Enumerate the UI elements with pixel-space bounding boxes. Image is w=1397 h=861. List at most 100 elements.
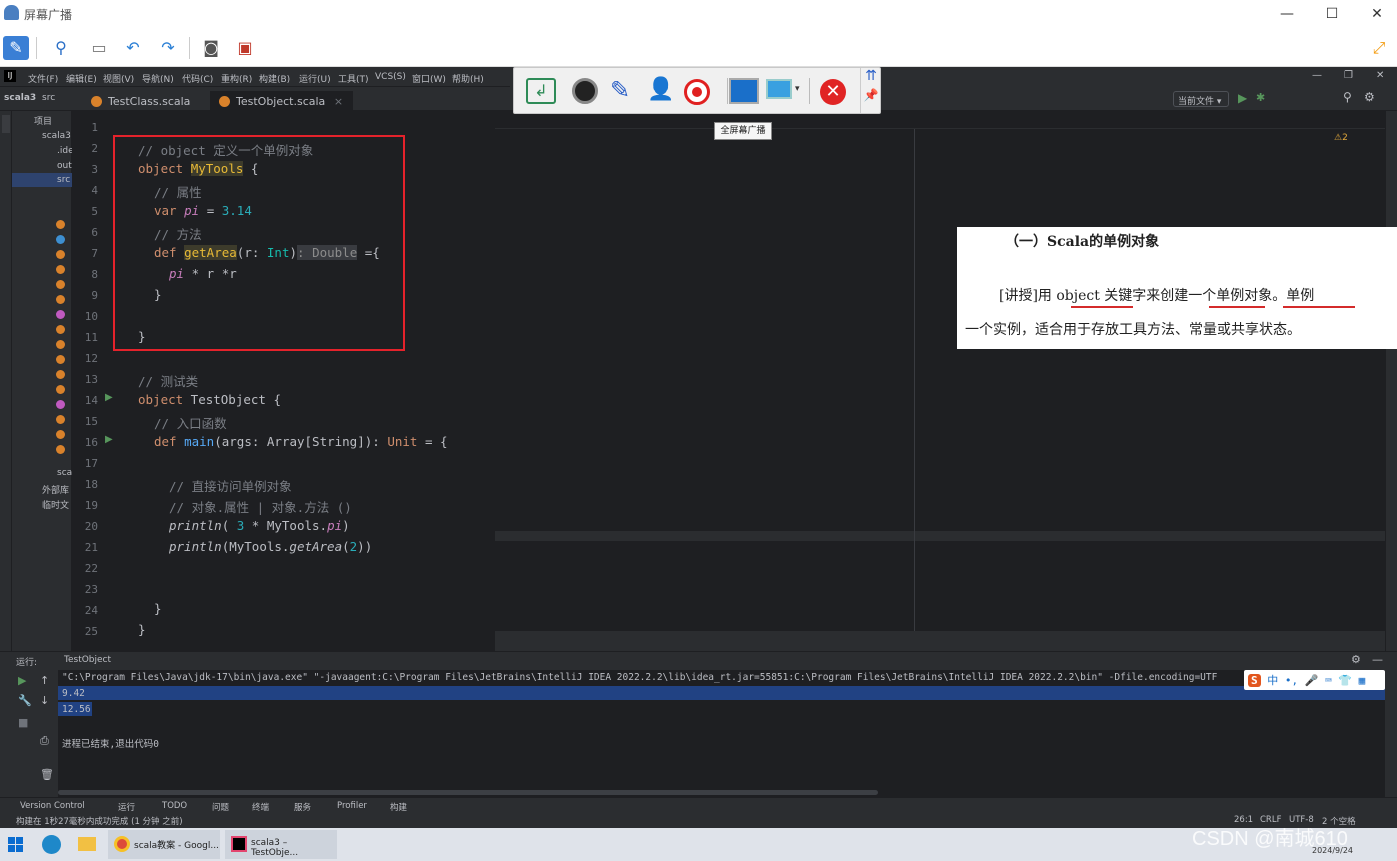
grid-icon[interactable]: ▦ [1359,674,1366,687]
tab-run[interactable]: 运行 [118,801,135,813]
fullscreen-broadcast-icon[interactable] [729,78,759,104]
tab-build[interactable]: 构建 [390,801,407,813]
tab-services[interactable]: 服务 [294,801,311,813]
scala-file-icon[interactable] [56,220,65,229]
close-tab-icon[interactable]: × [334,95,343,108]
scala-file-icon[interactable] [56,370,65,379]
window-broadcast-icon[interactable] [766,79,792,99]
scala-file-icon[interactable] [56,280,65,289]
search-icon[interactable]: ⚲ [1343,90,1352,104]
stop-close-icon[interactable]: ✕ [820,79,846,105]
scala-file-icon[interactable] [56,295,65,304]
tree-item-src[interactable]: src [57,175,70,185]
scala-file-icon[interactable] [56,400,65,409]
menu-view[interactable]: 视图(V) [103,72,134,85]
tab-testobject[interactable]: TestObject.scala × [210,91,354,113]
breadcrumb-project[interactable]: scala3 [4,93,36,103]
menu-code[interactable]: 代码(C) [182,72,213,85]
stop-icon[interactable]: ■ [18,716,28,729]
menu-run[interactable]: 运行(U) [299,72,331,85]
run-config-tab[interactable]: TestObject [64,655,111,665]
ide-minimize-icon[interactable]: — [1312,70,1322,81]
tree-item-scratches[interactable]: 临时文 [42,498,69,511]
tab-version-control[interactable]: Version Control [20,801,85,811]
menu-vcs[interactable]: VCS(S) [375,72,406,82]
keyboard-icon[interactable]: ⌨ [1325,674,1332,687]
menu-navigate[interactable]: 导航(N) [142,72,174,85]
trash-icon[interactable]: 🗑 [40,768,54,781]
settings-icon[interactable]: ⚙ [1364,90,1375,104]
collapse-up-icon[interactable]: ⇈ [861,68,881,84]
ide-close-icon[interactable]: ✕ [1376,70,1384,81]
camera-icon[interactable]: ◙ [198,36,224,60]
monitor-icon[interactable]: ▭ [86,36,112,60]
breadcrumb-folder[interactable]: src [42,93,55,103]
windows-start-icon[interactable] [8,837,23,852]
maximize-button[interactable]: ☐ [1321,4,1343,24]
scala-file-icon[interactable] [56,355,65,364]
taskbar-item-intellij[interactable]: scala3 – TestObje... [225,830,337,859]
ime-toolbar[interactable]: S 中 •, 🎤 ⌨ 👕 ▦ [1244,670,1385,690]
print-icon[interactable]: ⎙ [40,734,49,748]
pin-icon[interactable]: 📌 [861,88,881,102]
tab-profiler[interactable]: Profiler [337,801,367,811]
menu-window[interactable]: 窗口(W) [412,72,446,85]
menu-tools[interactable]: 工具(T) [338,72,369,85]
pointer-tool-button[interactable]: ✎ [3,36,29,60]
menu-refactor[interactable]: 重构(R) [221,72,252,85]
ide-restore-icon[interactable]: ❐ [1344,70,1353,81]
settings-icon[interactable]: ⚙ [1351,653,1361,666]
menu-file[interactable]: 文件(F) [28,72,58,85]
edge-icon[interactable] [42,835,61,854]
scala-file-icon[interactable] [56,325,65,334]
scala-file-icon[interactable] [56,415,65,424]
scala-file-icon[interactable] [56,340,65,349]
console-output[interactable]: "C:\Program Files\Java\jdk-17\bin\java.e… [58,670,1385,797]
fullscreen-icon[interactable]: ⤢ [1366,36,1392,60]
tab-todo[interactable]: TODO [162,801,187,811]
menu-build[interactable]: 构建(B) [259,72,290,85]
tab-problems[interactable]: 问题 [212,801,229,813]
rerun-icon[interactable]: ▶ [18,674,26,687]
pen-icon[interactable]: ✎ [610,76,630,104]
run-icon[interactable]: ▶ [1238,91,1247,105]
chevron-down-icon[interactable]: ▾ [795,84,800,94]
menu-edit[interactable]: 编辑(E) [66,72,97,85]
run-gutter-icon[interactable]: ▶ [105,434,113,445]
tree-item-out[interactable]: out [57,161,72,171]
debug-icon[interactable]: ✱ [1256,91,1265,104]
tab-terminal[interactable]: 终端 [252,801,269,813]
scala-file-icon[interactable] [56,430,65,439]
mic-icon[interactable]: 🎤 [1305,674,1319,687]
record-icon[interactable] [684,79,710,105]
tab-testclass[interactable]: TestClass.scala [82,91,200,113]
undo-icon[interactable]: ↶ [120,36,146,60]
scala-file-icon[interactable] [56,265,65,274]
redo-icon[interactable]: ↷ [155,36,181,60]
scroll-up-icon[interactable]: ↑ [40,674,49,687]
skin-icon[interactable]: 👕 [1338,674,1352,687]
hide-panel-icon[interactable]: — [1372,653,1383,666]
record-screen-icon[interactable]: ▣ [232,36,258,60]
project-tool-button[interactable] [2,115,10,133]
horizontal-scrollbar[interactable] [58,790,878,795]
punctuation-icon[interactable]: •, [1285,674,1298,687]
run-config-select[interactable]: 当前文件 ▾ [1173,91,1229,107]
zoom-icon[interactable]: ⚲ [48,36,74,60]
user-broadcast-icon[interactable]: 👤 [647,77,674,102]
ime-lang[interactable]: 中 [1267,674,1278,687]
tree-item-external-libs[interactable]: 外部库 [42,483,69,496]
scroll-down-icon[interactable]: ↓ [40,694,49,707]
scala-file-icon[interactable] [56,385,65,394]
minimize-button[interactable]: — [1276,4,1298,24]
tree-item-scala3[interactable]: scala3 [42,131,71,141]
return-icon[interactable]: ↲ [526,78,556,104]
lens-icon[interactable] [572,78,598,104]
scala-file-icon[interactable] [56,445,65,454]
scala-file-icon[interactable] [56,250,65,259]
menu-help[interactable]: 帮助(H) [452,72,484,85]
scala-file-icon[interactable] [56,235,65,244]
file-explorer-icon[interactable] [78,837,96,851]
run-gutter-icon[interactable]: ▶ [105,392,113,403]
wrench-icon[interactable]: 🔧 [18,694,32,707]
